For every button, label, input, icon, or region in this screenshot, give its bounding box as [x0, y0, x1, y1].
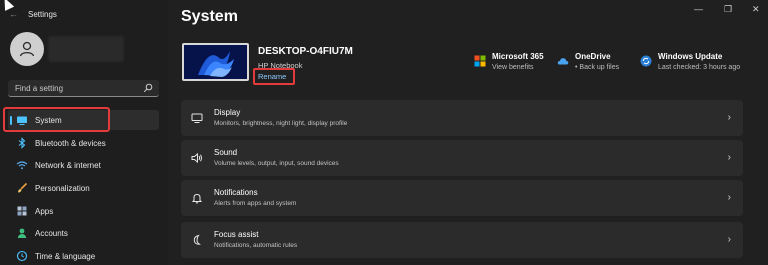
sidebar-item-network[interactable]: Network & internet — [8, 155, 159, 175]
card-title: Display — [214, 108, 241, 117]
minimize-button[interactable]: — — [694, 4, 703, 14]
sidebar-item-time-language[interactable]: Time & language — [8, 246, 159, 265]
card-title: Focus assist — [214, 230, 259, 239]
card-title: Sound — [214, 148, 238, 157]
sidebar-item-label: Bluetooth & devices — [35, 138, 106, 148]
chevron-right-icon: › — [727, 112, 731, 123]
sidebar-item-label: Time & language — [35, 251, 96, 261]
settings-card-notifications[interactable]: Notifications Alerts from apps and syste… — [181, 180, 743, 216]
window-title: Settings — [28, 10, 57, 19]
search-icon[interactable] — [143, 83, 153, 93]
sidebar-item-accounts[interactable]: Accounts — [8, 223, 159, 243]
sidebar-item-label: Personalization — [35, 183, 90, 193]
microsoft-logo-icon — [474, 55, 486, 67]
bluetooth-icon — [16, 137, 28, 149]
sidebar-item-personalization[interactable]: Personalization — [8, 178, 159, 198]
page-title: System — [181, 8, 238, 25]
sidebar-item-label: Network & internet — [35, 160, 101, 170]
maximize-button[interactable]: ❐ — [724, 4, 732, 15]
quicklink-title: OneDrive — [575, 52, 611, 61]
card-title: Notifications — [214, 188, 258, 197]
chevron-right-icon: › — [727, 234, 731, 245]
sidebar-item-bluetooth[interactable]: Bluetooth & devices — [8, 133, 159, 153]
windows-bloom-wallpaper-icon — [184, 45, 247, 79]
card-subtitle: Alerts from apps and system — [214, 200, 297, 207]
card-subtitle: Monitors, brightness, night light, displ… — [214, 120, 348, 127]
sidebar-item-label: Accounts — [35, 228, 68, 238]
avatar[interactable] — [10, 32, 44, 66]
person-icon — [19, 41, 35, 57]
onedrive-cloud-icon — [557, 58, 569, 65]
apps-grid-icon — [16, 205, 28, 217]
username-blurred — [48, 36, 124, 62]
device-thumbnail — [182, 43, 249, 81]
display-icon — [191, 113, 203, 123]
device-name: DESKTOP-O4FIU7M — [258, 46, 353, 57]
highlight-box-rename — [253, 68, 295, 85]
card-subtitle: Volume levels, output, input, sound devi… — [214, 160, 339, 167]
speaker-icon — [191, 152, 202, 164]
sidebar: ← Settings Find a setting System Bluetoo… — [0, 0, 168, 265]
quicklink-microsoft-365[interactable]: Microsoft 365 View benefits — [474, 52, 544, 71]
card-subtitle: Notifications, automatic rules — [214, 242, 298, 249]
settings-card-display[interactable]: Display Monitors, brightness, night ligh… — [181, 100, 743, 136]
globe-clock-icon — [16, 250, 28, 262]
quicklink-subtitle: View benefits — [492, 64, 534, 71]
close-button[interactable]: ✕ — [752, 4, 760, 15]
quicklink-windows-update[interactable]: Windows Update Last checked: 3 hours ago — [640, 52, 740, 71]
windows-update-icon — [640, 55, 652, 67]
quicklink-onedrive[interactable]: OneDrive • Back up files — [557, 52, 619, 71]
quicklink-subtitle: Last checked: 3 hours ago — [658, 64, 741, 71]
brush-icon — [16, 182, 28, 194]
search-placeholder: Find a setting — [15, 84, 64, 93]
quicklink-subtitle: • Back up files — [575, 64, 620, 71]
person-icon — [16, 227, 28, 239]
moon-icon — [193, 234, 202, 245]
sidebar-item-label: Apps — [35, 206, 54, 216]
sidebar-item-apps[interactable]: Apps — [8, 201, 159, 221]
settings-card-focus-assist[interactable]: Focus assist Notifications, automatic ru… — [181, 222, 743, 258]
bell-icon — [191, 193, 203, 204]
quicklink-title: Microsoft 365 — [492, 52, 544, 61]
search-input[interactable]: Find a setting — [8, 80, 159, 97]
chevron-right-icon: › — [727, 152, 731, 163]
settings-card-sound[interactable]: Sound Volume levels, output, input, soun… — [181, 140, 743, 176]
chevron-right-icon: › — [727, 192, 731, 203]
wifi-icon — [16, 159, 28, 171]
back-arrow-icon[interactable]: ← — [9, 9, 18, 19]
highlight-box-system — [3, 107, 110, 132]
quicklink-title: Windows Update — [658, 52, 723, 61]
